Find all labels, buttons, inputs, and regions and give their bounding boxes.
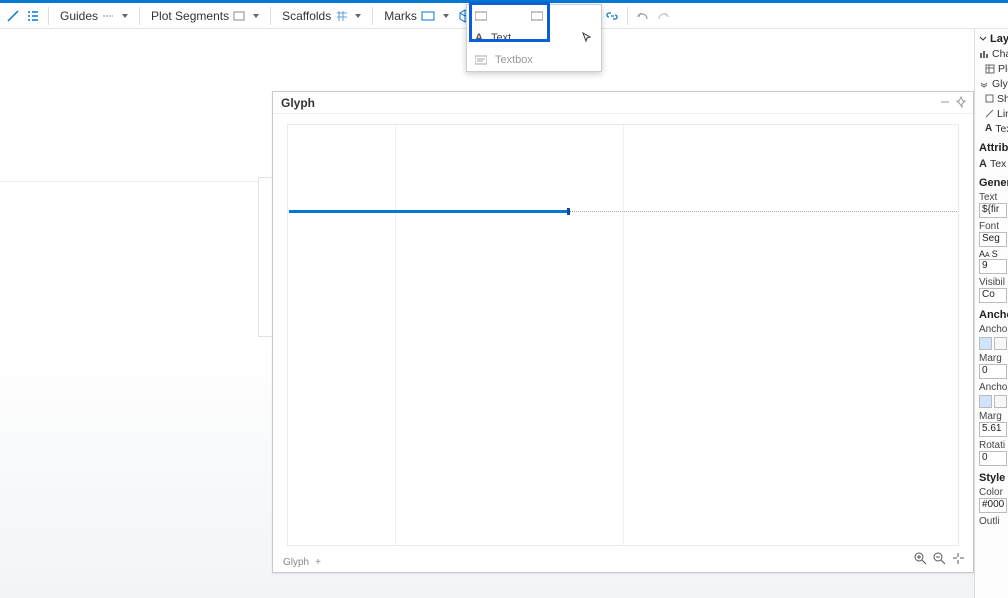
scaffolds-label: Scaffolds [282,9,331,23]
left-panel-edge [258,177,272,337]
list-tool-icon[interactable] [24,7,42,25]
font-label: Font [979,221,1008,232]
faint-guide [0,181,258,182]
link-icon[interactable] [603,7,621,25]
layer-plot[interactable]: Plo [979,61,1008,76]
glyph-footer-label: Glyph [283,557,309,568]
popup-row-1[interactable] [467,5,601,27]
popup-row-text[interactable]: A Text [467,27,601,49]
rect-icon [233,10,247,22]
plot-segments-dropdown[interactable]: Plot Segments [146,5,264,27]
zoom-out-icon[interactable] [933,552,946,568]
line-tool-icon[interactable] [4,7,22,25]
popup-text-label: Text [491,32,511,44]
guides-icon [102,11,116,21]
scaffolds-dropdown[interactable]: Scaffolds [277,5,366,27]
textbox-icon [475,55,487,65]
font-input[interactable]: Seg [979,232,1007,247]
canvas-area: Glyph Glyph + [0,29,974,598]
attribute-text[interactable]: A Tex [979,156,1008,171]
layer-shape[interactable]: Sh [979,91,1008,106]
rotation-label: Rotati [979,440,1008,451]
scaffold-icon [335,9,349,23]
chevron-down-icon [355,14,361,18]
plot-segments-label: Plot Segments [151,9,229,23]
glyph-footer: Glyph + [283,557,321,568]
guides-dropdown[interactable]: Guides [55,5,133,27]
undo-icon[interactable] [634,7,652,25]
main-body: Glyph Glyph + [0,29,1008,598]
redo-icon[interactable] [654,7,672,25]
margin-y-input[interactable]: 5.61 [979,422,1007,437]
zoom-controls [914,552,965,568]
anchor-title: Ancho [979,309,1008,321]
text-input[interactable]: ${fir [979,203,1007,218]
layer-line[interactable]: Lin [979,106,1008,121]
anchor-y-label: Ancho [979,382,1008,393]
rotation-input[interactable]: 0 [979,451,1007,466]
text-dropdown-popup: A Text Textbox [466,4,602,72]
chevron-down-icon [253,14,259,18]
style-title: Style [979,472,1008,484]
glyph-panel-tools [939,96,967,111]
letter-a-icon: A [475,32,483,44]
layer-glyph[interactable]: Glyph [979,76,1008,91]
attributes-title: Attrib [979,142,1008,154]
anchor-x-buttons[interactable] [979,337,1008,350]
text-field-icon [475,11,487,21]
pin-icon[interactable] [955,96,967,111]
layer-text[interactable]: A Tex [979,121,1008,136]
add-glyph-button[interactable]: + [315,557,321,568]
right-sidebar: Layers Chart Plo Glyph Sh Lin A Tex Attr… [974,29,1008,598]
margin-x-input[interactable]: 0 [979,364,1007,379]
general-title: Gener [979,177,1008,189]
guides-label: Guides [60,9,98,23]
alt-icon [531,11,543,21]
glyph-bar-handle[interactable] [567,208,570,215]
mark-rect-icon [421,10,437,22]
color-input[interactable]: #000 [979,498,1007,513]
outline-label: Outli [979,516,1008,527]
text-label: Text [979,192,1008,203]
layer-chart[interactable]: Chart [979,46,1008,61]
toolbar-separator [270,7,271,25]
aa-icon: AA [979,249,990,259]
size-input[interactable]: 9 [979,259,1007,274]
cursor-icon [581,32,593,44]
fit-icon[interactable] [952,552,965,568]
zoom-in-icon[interactable] [914,552,927,568]
popup-row-textbox[interactable]: Textbox [467,49,601,71]
marks-dropdown[interactable]: Marks [379,5,454,27]
toolbar-separator [372,7,373,25]
color-label: Color [979,487,1008,498]
chevron-down-icon [122,14,128,18]
glyph-stage[interactable] [287,124,959,546]
margin-x-label: Marg [979,353,1008,364]
layers-header[interactable]: Layers [979,31,1008,46]
visibility-label: Visibil [979,277,1008,288]
layers-title: Layers [990,33,1008,45]
toolbar-separator [48,7,49,25]
toolbar-separator [139,7,140,25]
glyph-panel-title: Glyph [273,92,973,114]
marks-label: Marks [384,9,417,23]
minimize-icon[interactable] [939,96,951,111]
popup-textbox-label: Textbox [495,54,533,66]
glyph-bar-mark[interactable] [289,210,569,213]
anchor-y-buttons[interactable] [979,395,1008,408]
margin-y-label: Marg [979,411,1008,422]
toolbar-separator [627,7,628,25]
chevron-down-icon [443,14,449,18]
visibility-input[interactable]: Co [979,288,1007,303]
glyph-panel: Glyph Glyph + [272,91,974,573]
anchor-x-label: Ancho [979,324,1008,335]
